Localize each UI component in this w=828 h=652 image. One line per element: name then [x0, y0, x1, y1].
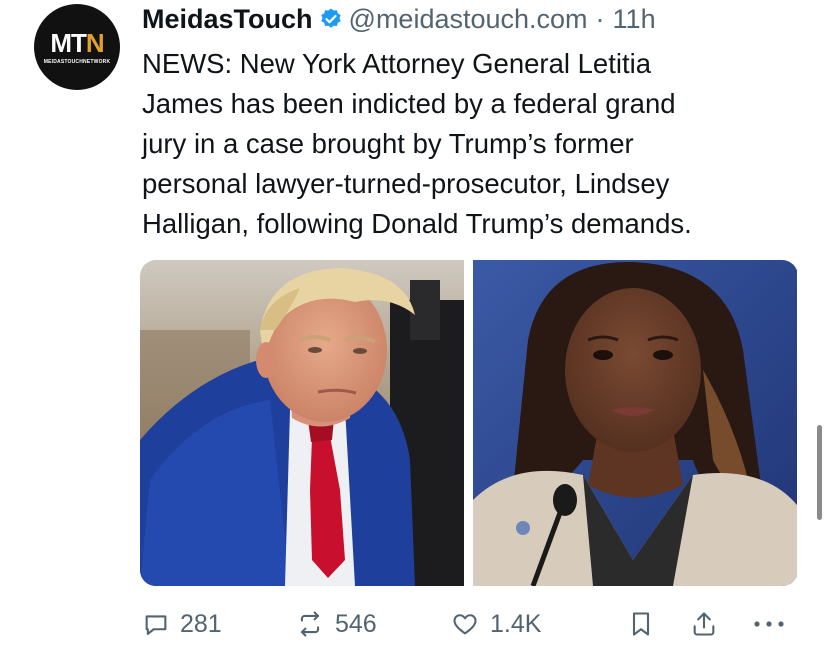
heart-icon — [450, 610, 480, 638]
media-photo-right[interactable] — [473, 260, 797, 586]
like-button[interactable]: 1.4K — [450, 604, 541, 644]
action-bar: 281 546 1.4K — [140, 604, 800, 644]
bookmark-button[interactable] — [628, 604, 654, 644]
like-count: 1.4K — [490, 609, 542, 638]
post-time[interactable]: 11h — [613, 4, 656, 35]
post-text-line: personal lawyer-turned-prosecutor, Linds… — [142, 168, 670, 199]
post-text-line: jury in a case brought by Trump’s former — [142, 128, 634, 159]
post-text-line: NEWS: New York Attorney General Letitia — [142, 48, 651, 79]
separator-dot: · — [595, 3, 605, 34]
share-button[interactable] — [690, 604, 718, 644]
avatar-logo-right: N — [85, 27, 105, 58]
avatar[interactable]: MT N MEIDASTOUCHNETWORK — [34, 4, 120, 90]
avatar-logo: MT N — [50, 27, 105, 58]
author-handle[interactable]: @meidastouch.com — [349, 4, 588, 35]
media-photo-left[interactable] — [140, 260, 464, 586]
scrollbar[interactable] — [817, 425, 822, 520]
avatar-logo-left: MT — [50, 27, 87, 58]
repost-button[interactable]: 546 — [295, 604, 377, 644]
more-options-button[interactable] — [752, 604, 786, 644]
post-text-line: James has been indicted by a federal gra… — [142, 88, 676, 119]
post: MT N MEIDASTOUCHNETWORK MeidasTouch @meid… — [0, 0, 828, 652]
reply-count: 281 — [180, 609, 222, 638]
post-text-line: Halligan, following Donald Trump’s deman… — [142, 208, 692, 239]
more-icon — [752, 619, 786, 629]
author-name[interactable]: MeidasTouch — [142, 4, 313, 35]
reply-button[interactable]: 281 — [142, 604, 222, 644]
share-icon — [690, 610, 718, 638]
post-header: MeidasTouch @meidastouch.com · 11h — [142, 2, 656, 36]
avatar-subtext: MEIDASTOUCHNETWORK — [43, 58, 111, 65]
reply-icon — [142, 610, 170, 638]
repost-icon — [295, 610, 325, 638]
bookmark-icon — [628, 610, 654, 638]
verified-badge-icon — [319, 7, 343, 31]
post-text: NEWS: New York Attorney General Letitia … — [142, 44, 802, 244]
media-grid — [140, 260, 798, 586]
repost-count: 546 — [335, 609, 377, 638]
